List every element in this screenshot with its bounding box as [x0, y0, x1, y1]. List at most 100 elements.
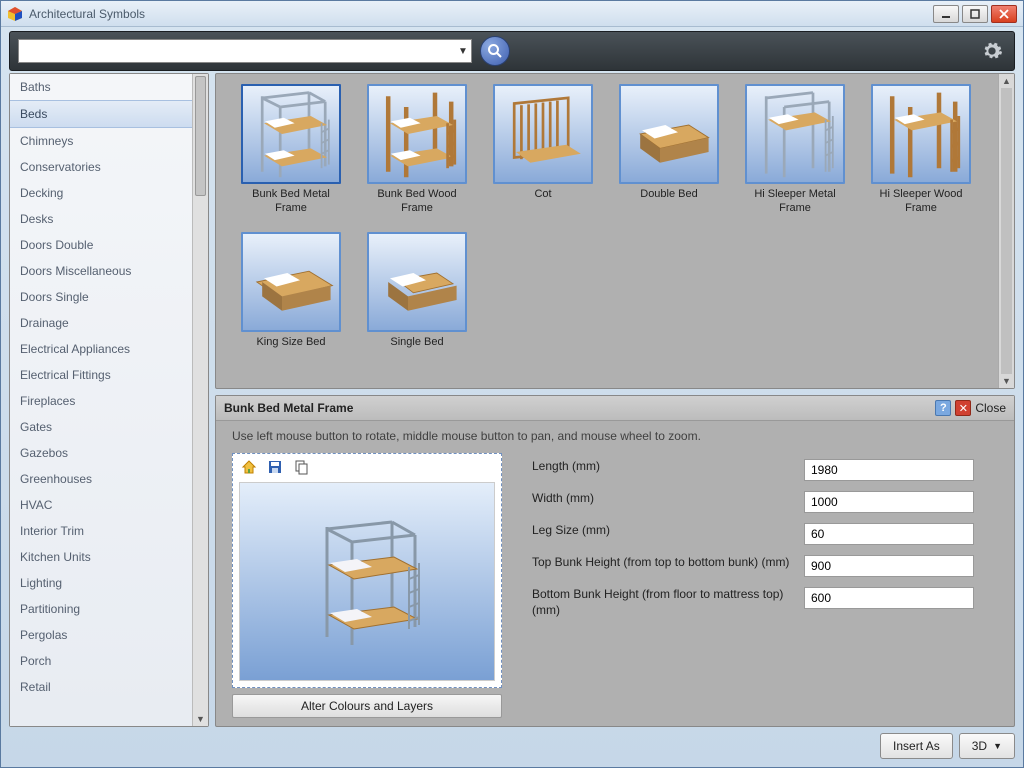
sidebar-item-electrical-fittings[interactable]: Electrical Fittings	[10, 362, 192, 388]
thumb-label: Hi Sleeper Metal Frame	[740, 188, 850, 216]
sidebar-item-doors-single[interactable]: Doors Single	[10, 284, 192, 310]
detail-panel: Bunk Bed Metal Frame ? ✕ Close Use left …	[215, 395, 1015, 727]
property-label: Bottom Bunk Height (from floor to mattre…	[532, 587, 792, 618]
thumb-label: Bunk Bed Wood Frame	[362, 188, 472, 216]
sidebar-item-drainage[interactable]: Drainage	[10, 310, 192, 336]
toolbar: ▼	[9, 31, 1015, 71]
sidebar-item-interior-trim[interactable]: Interior Trim	[10, 518, 192, 544]
close-icon: ✕	[955, 400, 971, 416]
gallery-scrollbar[interactable]: ▲ ▼	[998, 74, 1014, 388]
symbol-thumb-king-size-bed[interactable]: King Size Bed	[236, 232, 346, 364]
thumb-label: Hi Sleeper Wood Frame	[866, 188, 976, 216]
property-input[interactable]	[804, 491, 974, 513]
thumb-image	[241, 232, 341, 332]
sidebar-item-doors-double[interactable]: Doors Double	[10, 232, 192, 258]
sidebar-item-conservatories[interactable]: Conservatories	[10, 154, 192, 180]
gear-icon	[981, 40, 1003, 62]
sidebar-item-baths[interactable]: Baths	[10, 74, 192, 100]
settings-button[interactable]	[978, 37, 1006, 65]
alter-colours-button[interactable]: Alter Colours and Layers	[232, 694, 502, 718]
sidebar-item-kitchen-units[interactable]: Kitchen Units	[10, 544, 192, 570]
close-label: Close	[975, 401, 1006, 415]
close-detail-button[interactable]: ✕ Close	[955, 400, 1006, 416]
sidebar-item-decking[interactable]: Decking	[10, 180, 192, 206]
window-title: Architectural Symbols	[29, 7, 933, 21]
preview-3d-viewport[interactable]	[239, 482, 495, 681]
titlebar: Architectural Symbols	[1, 1, 1023, 27]
thumb-image	[871, 84, 971, 184]
detail-title: Bunk Bed Metal Frame	[224, 401, 935, 415]
property-label: Length (mm)	[532, 459, 792, 475]
close-window-button[interactable]	[991, 5, 1017, 23]
properties-column: Length (mm)Width (mm)Leg Size (mm)Top Bu…	[532, 453, 998, 718]
detail-body: Use left mouse button to rotate, middle …	[216, 421, 1014, 726]
thumb-image	[745, 84, 845, 184]
scroll-down-icon[interactable]: ▼	[999, 374, 1014, 388]
search-button[interactable]	[480, 36, 510, 66]
content-area: BathsBedsChimneysConservatoriesDeckingDe…	[9, 73, 1015, 727]
minimize-button[interactable]	[933, 5, 959, 23]
property-input[interactable]	[804, 587, 974, 609]
main-area: Bunk Bed Metal Frame Bunk Bed Wood Frame C…	[215, 73, 1015, 727]
mode-dropdown[interactable]: 3D ▼	[959, 733, 1015, 759]
preview-box	[232, 453, 502, 688]
thumb-image	[619, 84, 719, 184]
sidebar-item-gazebos[interactable]: Gazebos	[10, 440, 192, 466]
thumb-label: Bunk Bed Metal Frame	[236, 188, 346, 216]
property-row: Width (mm)	[532, 491, 998, 513]
thumb-label: Single Bed	[362, 336, 472, 364]
sidebar-item-electrical-appliances[interactable]: Electrical Appliances	[10, 336, 192, 362]
sidebar-item-retail[interactable]: Retail	[10, 674, 192, 700]
sidebar-item-gates[interactable]: Gates	[10, 414, 192, 440]
symbol-thumb-cot[interactable]: Cot	[488, 84, 598, 216]
home-icon[interactable]	[241, 459, 257, 475]
thumb-label: Cot	[488, 188, 598, 216]
search-combo[interactable]: ▼	[18, 39, 472, 63]
help-button[interactable]: ?	[935, 400, 951, 416]
sidebar-item-hvac[interactable]: HVAC	[10, 492, 192, 518]
property-row: Bottom Bunk Height (from floor to mattre…	[532, 587, 998, 618]
sidebar-item-beds[interactable]: Beds	[10, 100, 192, 128]
property-input[interactable]	[804, 523, 974, 545]
insert-as-button[interactable]: Insert As	[880, 733, 953, 759]
preview-column: Alter Colours and Layers	[232, 453, 502, 718]
property-input[interactable]	[804, 555, 974, 577]
preview-toolbar	[233, 454, 501, 480]
symbol-thumb-bunk-bed-wood-frame[interactable]: Bunk Bed Wood Frame	[362, 84, 472, 216]
bunk-bed-preview	[297, 517, 437, 647]
scrollbar-thumb[interactable]	[1001, 88, 1012, 374]
search-input[interactable]	[19, 40, 455, 62]
property-input[interactable]	[804, 459, 974, 481]
property-label: Width (mm)	[532, 491, 792, 507]
copy-icon[interactable]	[293, 459, 309, 475]
interaction-hint: Use left mouse button to rotate, middle …	[232, 429, 998, 443]
search-dropdown-icon[interactable]: ▼	[455, 46, 471, 57]
symbol-thumb-double-bed[interactable]: Double Bed	[614, 84, 724, 216]
save-icon[interactable]	[267, 459, 283, 475]
detail-header: Bunk Bed Metal Frame ? ✕ Close	[216, 396, 1014, 421]
symbol-thumb-single-bed[interactable]: Single Bed	[362, 232, 472, 364]
maximize-button[interactable]	[962, 5, 988, 23]
sidebar-item-fireplaces[interactable]: Fireplaces	[10, 388, 192, 414]
chevron-down-icon: ▼	[993, 741, 1002, 751]
thumb-image	[367, 84, 467, 184]
scroll-up-icon[interactable]: ▲	[999, 74, 1014, 88]
sidebar-item-doors-miscellaneous[interactable]: Doors Miscellaneous	[10, 258, 192, 284]
sidebar-item-lighting[interactable]: Lighting	[10, 570, 192, 596]
scrollbar-thumb[interactable]	[195, 76, 206, 196]
sidebar-item-porch[interactable]: Porch	[10, 648, 192, 674]
symbol-gallery: Bunk Bed Metal Frame Bunk Bed Wood Frame C…	[215, 73, 1015, 389]
sidebar-item-partitioning[interactable]: Partitioning	[10, 596, 192, 622]
app-icon	[7, 6, 23, 22]
symbol-thumb-hi-sleeper-wood-frame[interactable]: Hi Sleeper Wood Frame	[866, 84, 976, 216]
symbol-thumb-bunk-bed-metal-frame[interactable]: Bunk Bed Metal Frame	[236, 84, 346, 216]
property-label: Leg Size (mm)	[532, 523, 792, 539]
sidebar-scrollbar[interactable]: ▲ ▼	[192, 74, 208, 726]
scroll-down-icon[interactable]: ▼	[193, 712, 208, 726]
symbol-thumb-hi-sleeper-metal-frame[interactable]: Hi Sleeper Metal Frame	[740, 84, 850, 216]
sidebar-item-pergolas[interactable]: Pergolas	[10, 622, 192, 648]
sidebar-item-desks[interactable]: Desks	[10, 206, 192, 232]
sidebar-item-chimneys[interactable]: Chimneys	[10, 128, 192, 154]
category-sidebar: BathsBedsChimneysConservatoriesDeckingDe…	[9, 73, 209, 727]
sidebar-item-greenhouses[interactable]: Greenhouses	[10, 466, 192, 492]
